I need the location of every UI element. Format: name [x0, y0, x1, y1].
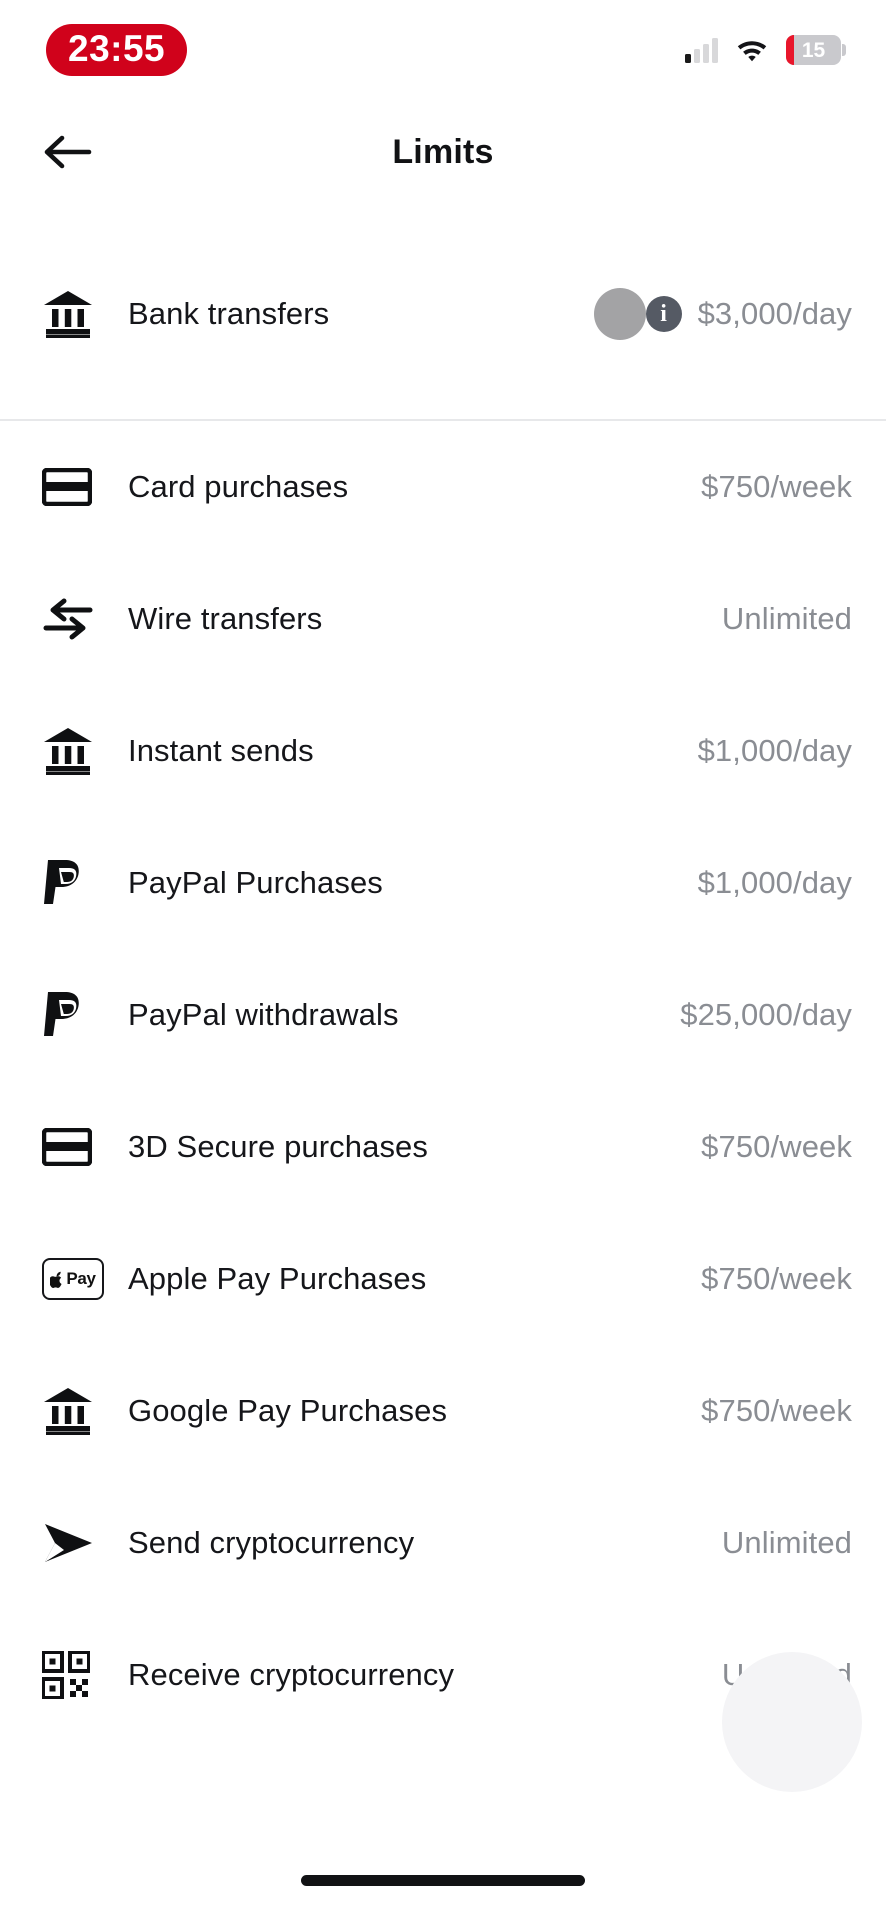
table-row[interactable]: Wire transfers Unlimited — [0, 553, 886, 685]
row-label: Send cryptocurrency — [128, 1525, 415, 1560]
credit-card-icon — [42, 1128, 128, 1166]
status-bar: 23:55 15 — [0, 0, 886, 96]
apple-pay-icon: Pay — [42, 1258, 128, 1300]
row-value: $750/week — [701, 1393, 852, 1428]
row-value: Unlimited — [721, 1525, 852, 1560]
table-row[interactable]: Pay Apple Pay Purchases $750/week — [0, 1213, 886, 1345]
page-header: Limits — [0, 96, 886, 208]
limits-list: Card purchases $750/week Wire transfers Un… — [0, 421, 886, 1741]
table-row-bank-transfers[interactable]: Bank transfers i $3,000/day — [0, 208, 886, 419]
table-row[interactable]: Send cryptocurrency Unlimited — [0, 1477, 886, 1609]
row-label: Apple Pay Purchases — [128, 1261, 427, 1296]
table-row[interactable]: Card purchases $750/week — [0, 421, 886, 553]
row-value: $1,000/day — [697, 865, 852, 900]
row-value: $3,000/day — [697, 295, 852, 331]
home-indicator-bar — [301, 1875, 585, 1886]
send-plane-icon — [42, 1522, 128, 1564]
mobile-screen: 23:55 15 Limits Bank transfers i $3,000/… — [0, 0, 886, 1920]
battery-icon: 15 — [786, 35, 846, 65]
row-value: Unlimited — [721, 601, 852, 636]
row-value: $750/week — [701, 469, 852, 504]
row-label: Card purchases — [128, 469, 349, 504]
wifi-icon — [735, 37, 769, 63]
loading-dot-indicator — [593, 287, 646, 340]
paypal-icon — [42, 858, 128, 908]
table-row[interactable]: Instant sends $1,000/day — [0, 685, 886, 817]
table-row[interactable]: Google Pay Purchases $750/week — [0, 1345, 886, 1477]
row-value: $1,000/day — [697, 733, 852, 768]
cellular-signal-icon — [685, 37, 718, 63]
back-button[interactable] — [38, 122, 98, 182]
row-value: $25,000/day — [680, 997, 852, 1032]
row-label: Google Pay Purchases — [128, 1393, 448, 1428]
battery-level-label: 15 — [801, 38, 826, 62]
paypal-icon — [42, 990, 128, 1040]
page-title: Limits — [392, 132, 494, 171]
row-value: $750/week — [701, 1261, 852, 1296]
table-row[interactable]: PayPal Purchases $1,000/day — [0, 817, 886, 949]
bank-icon — [42, 289, 128, 339]
credit-card-icon — [42, 468, 128, 506]
row-label: PayPal Purchases — [128, 865, 383, 900]
swap-arrows-icon — [42, 597, 128, 641]
floating-action-button[interactable] — [722, 1652, 862, 1792]
row-label: 3D Secure purchases — [128, 1129, 429, 1164]
row-label: Bank transfers — [128, 295, 330, 331]
bank-icon — [42, 726, 128, 776]
row-label: Wire transfers — [128, 601, 323, 636]
row-value: $750/week — [701, 1129, 852, 1164]
info-icon[interactable]: i — [645, 295, 682, 332]
table-row[interactable]: PayPal withdrawals $25,000/day — [0, 949, 886, 1081]
row-label: Receive cryptocurrency — [128, 1657, 455, 1692]
status-bar-clock: 23:55 — [46, 24, 188, 76]
qr-code-icon — [42, 1651, 128, 1699]
primary-limit-section: Bank transfers i $3,000/day — [0, 208, 886, 419]
status-bar-icons: 15 — [685, 35, 846, 65]
back-arrow-icon — [44, 135, 92, 169]
table-row[interactable]: 3D Secure purchases $750/week — [0, 1081, 886, 1213]
row-label: PayPal withdrawals — [128, 997, 399, 1032]
bank-icon — [42, 1386, 128, 1436]
row-label: Instant sends — [128, 733, 314, 768]
